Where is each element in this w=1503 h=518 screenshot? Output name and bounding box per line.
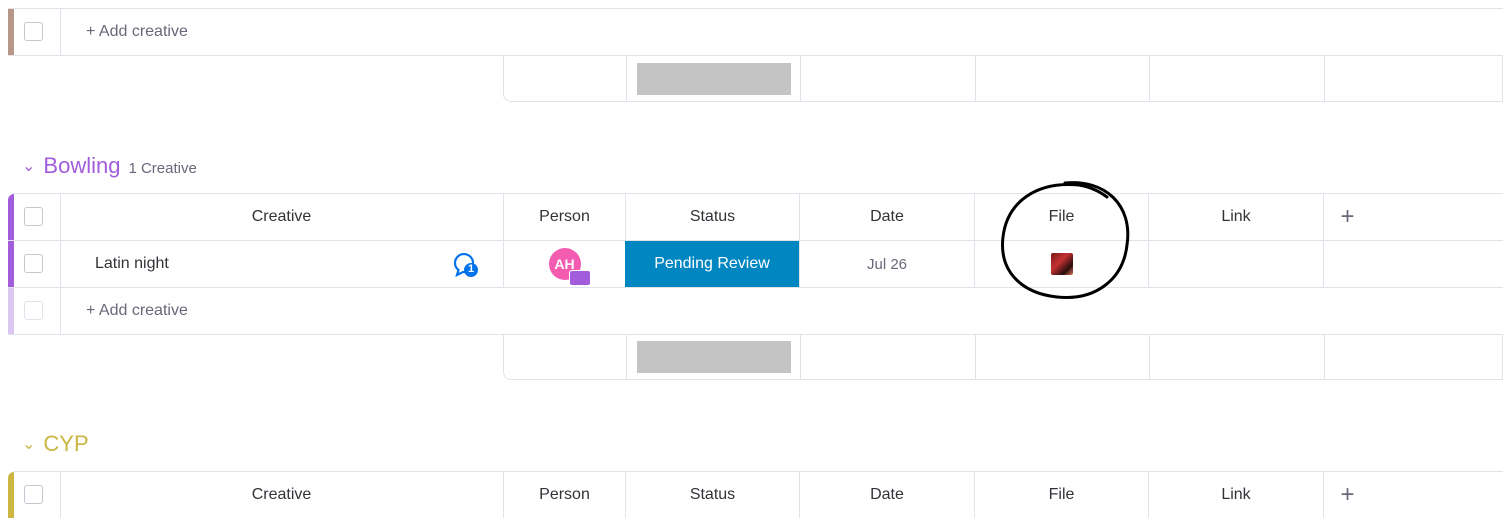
column-header-status[interactable]: Status [625,194,799,240]
updates-button[interactable]: 1 [451,251,481,279]
chevron-down-icon[interactable]: ⌄ [22,156,35,176]
comment-count: 1 [467,263,475,275]
column-header-date[interactable]: Date [799,472,974,518]
table-row[interactable]: Latin night 1 AH Pending Review Jul 26 [8,240,1503,287]
add-column-button[interactable]: + [1323,472,1371,518]
summary-row-top [503,56,1503,102]
checkbox-cell [14,288,61,334]
checkbox-cell [14,241,61,287]
person-cell[interactable]: AH [503,241,625,287]
status-summary-bar [636,340,791,373]
select-all-checkbox[interactable] [24,207,43,226]
group-name[interactable]: Bowling [43,153,120,179]
status-summary-bar [636,62,791,95]
link-cell[interactable] [1148,241,1323,287]
select-all-checkbox[interactable] [24,485,43,504]
add-creative-button[interactable]: + Add creative [86,9,188,55]
status-label[interactable]: Pending Review [625,241,799,287]
column-header-link[interactable]: Link [1148,472,1323,518]
chevron-down-icon[interactable]: ⌄ [22,434,35,454]
column-header-person[interactable]: Person [503,472,625,518]
add-creative-row[interactable]: + Add creative [8,287,1503,335]
checkbox-cell [14,472,61,518]
add-column-button[interactable]: + [1323,194,1371,240]
add-creative-row-top[interactable]: + Add creative [8,8,1503,56]
column-header-row: Creative Person Status Date File Link + [8,471,1503,518]
group-name[interactable]: CYP [43,431,88,457]
group-header-cyp[interactable]: ⌄ CYP [22,431,89,457]
group-header-bowling[interactable]: ⌄ Bowling 1 Creative [22,153,197,179]
row-checkbox[interactable] [24,22,43,41]
item-name[interactable]: Latin night [95,241,169,287]
column-header-row: Creative Person Status Date File Link + [8,193,1503,240]
row-checkbox[interactable] [24,254,43,273]
group-item-count: 1 Creative [128,160,197,177]
annotation-circle [1001,181,1130,299]
checkbox-cell [14,9,61,55]
summary-row [503,334,1503,380]
avatar[interactable]: AH [548,248,591,286]
guest-badge-icon [568,270,591,286]
status-summary[interactable] [626,56,800,101]
column-header-creative[interactable]: Creative [60,472,503,518]
column-header-date[interactable]: Date [799,194,974,240]
checkbox-cell [14,194,61,240]
row-checkbox [24,301,43,320]
status-summary[interactable] [626,334,800,379]
add-creative-button[interactable]: + Add creative [86,288,188,334]
comment-bubble-icon [453,252,478,278]
column-header-person[interactable]: Person [503,194,625,240]
column-header-file[interactable]: File [974,472,1148,518]
column-header-creative[interactable]: Creative [60,194,503,240]
column-header-link[interactable]: Link [1148,194,1323,240]
column-header-status[interactable]: Status [625,472,799,518]
date-cell[interactable]: Jul 26 [799,241,974,287]
